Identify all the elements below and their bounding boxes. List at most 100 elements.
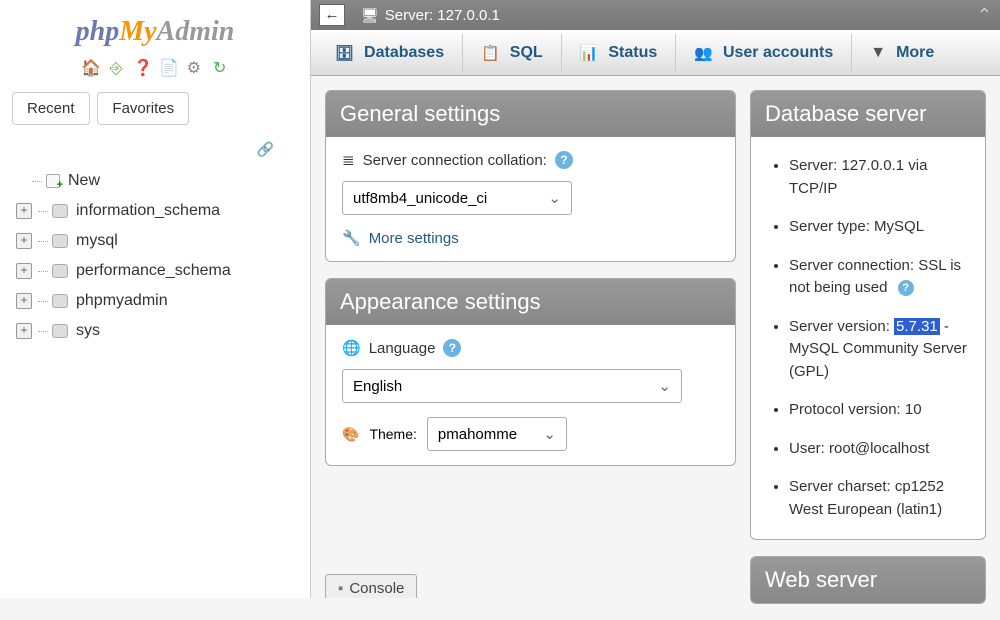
database-server-panel: Database server Server: 127.0.0.1 via TC… bbox=[750, 90, 986, 540]
console-icon: ▪ bbox=[338, 580, 343, 597]
collation-label: Server connection collation: bbox=[363, 152, 547, 169]
back-button[interactable]: ← bbox=[319, 4, 345, 26]
tab-label: Databases bbox=[364, 44, 444, 62]
general-settings-panel: General settings ≣ Server connection col… bbox=[325, 90, 736, 262]
databases-icon: 🗄 bbox=[335, 44, 354, 62]
database-icon bbox=[52, 324, 68, 338]
main-panel: ← 🖥 Server: 127.0.0.1 ⌃ 🗄 Databases 📋 SQ… bbox=[310, 0, 1000, 598]
chevron-down-icon: ⌄ bbox=[548, 189, 561, 207]
info-protocol: Protocol version: 10 bbox=[789, 391, 973, 430]
tab-label: SQL bbox=[510, 44, 543, 62]
database-icon bbox=[52, 204, 68, 218]
recent-tab[interactable]: Recent bbox=[12, 92, 90, 125]
tree-db-phpmyadmin[interactable]: + phpmyadmin bbox=[16, 286, 298, 316]
info-server-type: Server type: MySQL bbox=[789, 208, 973, 247]
expand-icon[interactable]: + bbox=[16, 293, 32, 309]
chevron-down-icon: ⌄ bbox=[543, 425, 556, 443]
home-icon[interactable]: 🏠 bbox=[81, 58, 99, 76]
theme-select[interactable]: pmahomme ⌄ bbox=[427, 417, 567, 451]
tab-label: More bbox=[896, 44, 934, 62]
tab-more[interactable]: ▼ More bbox=[852, 34, 952, 72]
tab-user-accounts[interactable]: 👥 User accounts bbox=[676, 34, 852, 72]
theme-row: 🎨 Theme: pmahomme ⌄ bbox=[342, 417, 719, 451]
collation-row: ≣ Server connection collation: ? bbox=[342, 151, 719, 169]
info-user: User: root@localhost bbox=[789, 430, 973, 469]
tab-status[interactable]: 📊 Status bbox=[562, 34, 677, 72]
reload-icon[interactable]: ↻ bbox=[211, 58, 229, 76]
info-server: Server: 127.0.0.1 via TCP/IP bbox=[789, 147, 973, 208]
expand-icon[interactable]: + bbox=[16, 233, 32, 249]
tree-db-label: information_schema bbox=[76, 202, 220, 220]
help-icon[interactable]: ? bbox=[443, 339, 461, 357]
theme-label: Theme: bbox=[369, 426, 416, 442]
console-label: Console bbox=[349, 580, 404, 597]
tree-db-label: sys bbox=[76, 322, 100, 340]
sidebar-nav-tabs: Recent Favorites bbox=[12, 92, 298, 125]
appearance-settings-panel: Appearance settings 🌐 Language ? English… bbox=[325, 278, 736, 466]
tab-label: Status bbox=[608, 44, 657, 62]
expand-icon[interactable]: + bbox=[16, 323, 32, 339]
left-column: General settings ≣ Server connection col… bbox=[325, 90, 736, 620]
collapse-icon[interactable]: ⌃ bbox=[977, 5, 992, 26]
tree-db-label: performance_schema bbox=[76, 262, 231, 280]
panel-title: Web server bbox=[751, 557, 985, 603]
version-highlight: 5.7.31 bbox=[894, 318, 940, 335]
tree-db-mysql[interactable]: + mysql bbox=[16, 226, 298, 256]
expand-icon[interactable]: + bbox=[16, 263, 32, 279]
logo-part-php: php bbox=[76, 16, 120, 47]
more-settings-link[interactable]: 🔧 More settings bbox=[342, 229, 719, 247]
panel-title: General settings bbox=[326, 91, 735, 137]
tree-db-information-schema[interactable]: + information_schema bbox=[16, 196, 298, 226]
new-db-icon bbox=[46, 174, 60, 188]
panel-title: Database server bbox=[751, 91, 985, 137]
language-label: Language bbox=[369, 340, 436, 357]
database-tree: New + information_schema + mysql + perfo… bbox=[12, 166, 298, 346]
tree-db-sys[interactable]: + sys bbox=[16, 316, 298, 346]
logo-part-admin: Admin bbox=[157, 16, 235, 47]
top-tabs: 🗄 Databases 📋 SQL 📊 Status 👥 User accoun… bbox=[311, 30, 1000, 76]
theme-value: pmahomme bbox=[438, 426, 517, 443]
tree-db-label: mysql bbox=[76, 232, 118, 250]
tree-db-label: phpmyadmin bbox=[76, 292, 168, 310]
phpmyadmin-logo: phpMyAdmin bbox=[12, 16, 298, 48]
more-settings-label: More settings bbox=[369, 230, 459, 247]
tree-db-performance-schema[interactable]: + performance_schema bbox=[16, 256, 298, 286]
db-server-info-list: Server: 127.0.0.1 via TCP/IP Server type… bbox=[759, 147, 973, 529]
wrench-icon: 🔧 bbox=[342, 229, 361, 247]
tab-sql[interactable]: 📋 SQL bbox=[463, 34, 562, 72]
help-icon[interactable]: ? bbox=[898, 280, 914, 296]
navigation-sidebar: phpMyAdmin 🏠 ⎆ ❓ 📄 ⚙ ↻ Recent Favorites … bbox=[0, 0, 310, 598]
panel-title: Appearance settings bbox=[326, 279, 735, 325]
language-row: 🌐 Language ? bbox=[342, 339, 719, 357]
sql-icon: 📋 bbox=[481, 44, 500, 62]
server-bar: ← 🖥 Server: 127.0.0.1 ⌃ bbox=[311, 0, 1000, 30]
tab-label: User accounts bbox=[723, 44, 833, 62]
console-toggle[interactable]: ▪ Console bbox=[325, 574, 417, 598]
logo-part-my: My bbox=[119, 16, 156, 47]
logout-icon[interactable]: ⎆ bbox=[107, 60, 125, 78]
users-icon: 👥 bbox=[694, 44, 713, 62]
help-icon[interactable]: ? bbox=[555, 151, 573, 169]
tab-databases[interactable]: 🗄 Databases bbox=[317, 34, 463, 72]
language-select[interactable]: English ⌄ bbox=[342, 369, 682, 403]
tree-new[interactable]: New bbox=[16, 166, 298, 196]
language-value: English bbox=[353, 378, 402, 395]
link-icon[interactable]: 🔗 bbox=[12, 141, 298, 158]
web-server-panel: Web server bbox=[750, 556, 986, 604]
caret-down-icon: ▼ bbox=[870, 44, 886, 62]
info-charset: Server charset: cp1252 West European (la… bbox=[789, 468, 973, 529]
content-area: General settings ≣ Server connection col… bbox=[311, 76, 1000, 620]
right-column: Database server Server: 127.0.0.1 via TC… bbox=[750, 90, 986, 620]
theme-icon: 🎨 bbox=[342, 426, 359, 443]
sql-doc-icon[interactable]: 📄 bbox=[159, 58, 177, 76]
collation-select[interactable]: utf8mb4_unicode_ci ⌄ bbox=[342, 181, 572, 215]
docs-icon[interactable]: ❓ bbox=[133, 58, 151, 76]
database-icon bbox=[52, 294, 68, 308]
info-connection: Server connection: SSL is not being used… bbox=[789, 247, 973, 308]
database-icon bbox=[52, 234, 68, 248]
settings-icon[interactable]: ⚙ bbox=[185, 58, 203, 76]
server-icon: 🖥 bbox=[361, 7, 379, 24]
favorites-tab[interactable]: Favorites bbox=[97, 92, 189, 125]
expand-icon[interactable]: + bbox=[16, 203, 32, 219]
chevron-down-icon: ⌄ bbox=[658, 377, 671, 395]
